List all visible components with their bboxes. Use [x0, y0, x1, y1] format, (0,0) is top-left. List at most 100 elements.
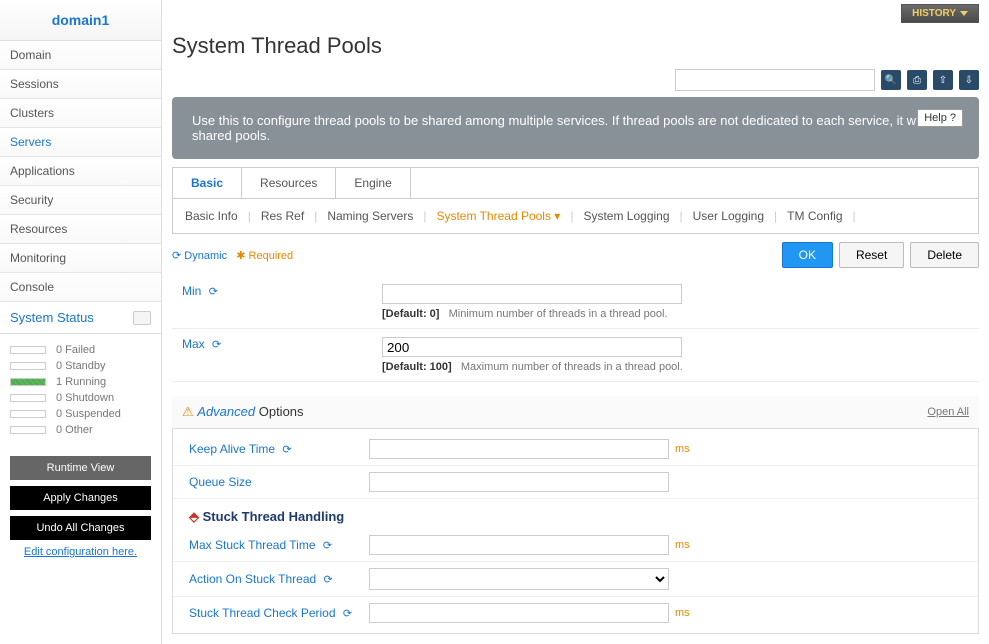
dynamic-icon: ⟳	[282, 444, 291, 456]
queue-size-input[interactable]	[369, 472, 669, 492]
sidebar-nav: DomainSessionsClustersServersApplication…	[0, 41, 161, 302]
required-label: Required	[249, 250, 294, 262]
check-period-unit: ms	[675, 607, 690, 619]
status-row-running: 1 Running	[10, 374, 151, 390]
dynamic-icon: ⟳	[209, 286, 218, 298]
open-all-link[interactable]: Open All	[927, 406, 969, 418]
status-text: 0 Shutdown	[56, 392, 114, 404]
status-bar-icon	[10, 362, 46, 370]
dynamic-icon: ⟳	[323, 540, 332, 552]
apply-changes-button[interactable]: Apply Changes	[10, 486, 151, 510]
status-bar-icon	[10, 378, 46, 386]
status-row-shutdown: 0 Shutdown	[10, 390, 151, 406]
keep-alive-label: Keep Alive Time	[189, 442, 275, 456]
search-icon[interactable]: 🔍	[881, 70, 901, 90]
page-title: System Thread Pools	[172, 33, 979, 59]
tab-basic[interactable]: Basic	[173, 168, 242, 198]
check-period-input[interactable]	[369, 603, 669, 623]
tab-engine[interactable]: Engine	[336, 168, 410, 198]
xml-export-icon[interactable]: ⇧	[933, 70, 953, 90]
section-icon: ⬘	[189, 509, 199, 524]
action-label: Action On Stuck Thread	[189, 572, 316, 586]
max-stuck-label: Max Stuck Thread Time	[189, 538, 316, 552]
status-text: 0 Failed	[56, 344, 95, 356]
ok-button[interactable]: OK	[782, 242, 833, 268]
system-status-label: System Status	[10, 310, 94, 325]
sidebar-item-sessions[interactable]: Sessions	[0, 70, 161, 99]
runtime-view-button[interactable]: Runtime View	[10, 456, 151, 480]
min-row: Min ⟳ [Default: 0] Minimum number of thr…	[172, 276, 979, 329]
max-stuck-unit: ms	[675, 539, 690, 551]
subtab-basic-info[interactable]: Basic Info	[185, 209, 238, 223]
divider: |	[774, 209, 777, 223]
divider: |	[853, 209, 856, 223]
subtab-user-logging[interactable]: User Logging	[693, 209, 764, 223]
status-bar-icon	[10, 426, 46, 434]
keep-alive-unit: ms	[675, 443, 690, 455]
sidebar-buttons: Runtime View Apply Changes Undo All Chan…	[0, 446, 161, 568]
advanced-title: ⚠ Advanced Options	[182, 404, 304, 420]
max-row: Max ⟳ [Default: 100] Maximum number of t…	[172, 329, 979, 382]
max-hint: [Default: 100] Maximum number of threads…	[382, 361, 969, 373]
status-text: 0 Other	[56, 424, 93, 436]
history-button[interactable]: HISTORY	[901, 4, 979, 23]
help-icon: ?	[950, 112, 956, 124]
delete-button[interactable]: Delete	[910, 242, 979, 268]
required-icon: ✱	[236, 250, 245, 262]
sidebar-item-security[interactable]: Security	[0, 186, 161, 215]
sidebar-item-servers[interactable]: Servers	[0, 128, 161, 157]
status-toggle-icon	[133, 311, 151, 325]
action-select[interactable]	[369, 568, 669, 590]
edit-config-link[interactable]: Edit configuration here.	[10, 546, 151, 558]
sidebar-item-resources[interactable]: Resources	[0, 215, 161, 244]
subtab-system-thread-pools[interactable]: System Thread Pools ▾	[436, 209, 560, 223]
max-stuck-input[interactable]	[369, 535, 669, 555]
status-text: 0 Suspended	[56, 408, 121, 420]
history-label: HISTORY	[912, 8, 956, 19]
status-row-standby: 0 Standby	[10, 358, 151, 374]
description-banner: Use this to configure thread pools to be…	[172, 97, 979, 159]
basic-form-table: Min ⟳ [Default: 0] Minimum number of thr…	[172, 276, 979, 382]
min-input[interactable]	[382, 284, 682, 304]
keep-alive-input[interactable]	[369, 439, 669, 459]
subtab-system-logging[interactable]: System Logging	[583, 209, 669, 223]
print-icon[interactable]: ⎙	[907, 70, 927, 90]
keep-alive-row: Keep Alive Time ⟳ ms	[173, 433, 978, 466]
dynamic-icon: ⟳	[324, 574, 333, 586]
undo-all-button[interactable]: Undo All Changes	[10, 516, 151, 540]
help-button[interactable]: Help ?	[917, 109, 963, 127]
search-input[interactable]	[675, 69, 875, 91]
divider: |	[570, 209, 573, 223]
max-stuck-row: Max Stuck Thread Time ⟳ ms	[173, 529, 978, 562]
sidebar-item-applications[interactable]: Applications	[0, 157, 161, 186]
status-list: 0 Failed 0 Standby 1 Running 0 Shutdown 0 Su…	[0, 334, 161, 446]
domain-header[interactable]: domain1	[0, 0, 161, 41]
sub-tabs: Basic Info | Res Ref | Naming Servers | System…	[172, 198, 979, 234]
sidebar-item-monitoring[interactable]: Monitoring	[0, 244, 161, 273]
system-status-header[interactable]: System Status	[0, 302, 161, 334]
dynamic-icon: ⟳	[172, 250, 181, 262]
status-bar-icon	[10, 346, 46, 354]
legend-row: ⟳ Dynamic ✱ Required OK Reset Delete	[172, 234, 979, 276]
advanced-header[interactable]: ⚠ Advanced Options Open All	[172, 396, 979, 429]
advanced-body: Keep Alive Time ⟳ ms Queue Size ⬘ Stuck …	[172, 429, 979, 634]
status-row-failed: 0 Failed	[10, 342, 151, 358]
action-row: Action On Stuck Thread ⟳	[173, 562, 978, 597]
stuck-thread-header: ⬘ Stuck Thread Handling	[173, 499, 978, 529]
subtab-tm-config[interactable]: TM Config	[787, 209, 842, 223]
max-input[interactable]	[382, 337, 682, 357]
xml-import-icon[interactable]: ⇩	[959, 70, 979, 90]
status-text: 1 Running	[56, 376, 106, 388]
divider: |	[248, 209, 251, 223]
main-tabs: BasicResourcesEngine	[172, 167, 979, 198]
description-text: Use this to configure thread pools to be…	[192, 113, 949, 143]
status-row-other: 0 Other	[10, 422, 151, 438]
sidebar-item-domain[interactable]: Domain	[0, 41, 161, 70]
tab-resources[interactable]: Resources	[242, 168, 336, 198]
subtab-res-ref[interactable]: Res Ref	[261, 209, 304, 223]
sidebar-item-console[interactable]: Console	[0, 273, 161, 302]
subtab-naming-servers[interactable]: Naming Servers	[327, 209, 413, 223]
status-text: 0 Standby	[56, 360, 106, 372]
sidebar-item-clusters[interactable]: Clusters	[0, 99, 161, 128]
reset-button[interactable]: Reset	[839, 242, 904, 268]
